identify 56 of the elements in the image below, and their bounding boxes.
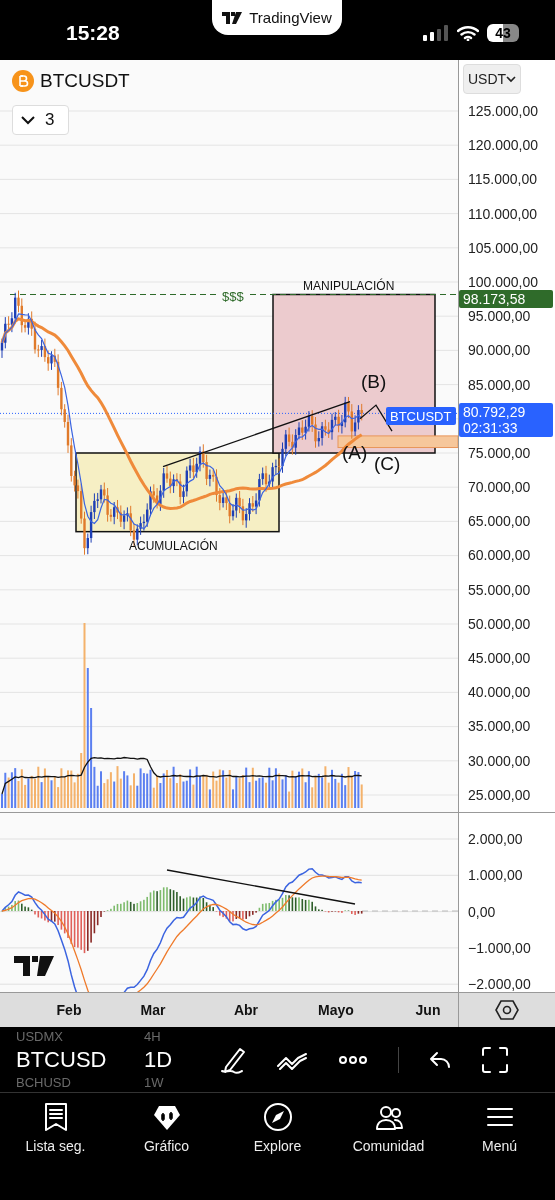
nav-tab[interactable]: Gráfico [114,1101,219,1155]
axis-label: 50.000,00 [468,615,532,632]
axis-label: Abr [233,1002,259,1018]
nav-tab[interactable]: Lista seg. [3,1101,108,1155]
zone-label: MANIPULACIÓN [303,280,395,292]
axis-label: 35.000,00 [468,718,532,735]
interval-option[interactable]: 4H [144,1029,161,1044]
axis-label: 30.000,00 [468,752,532,769]
symbol-option[interactable]: BCHUSD [16,1075,126,1090]
wave-label: (C) [374,454,401,473]
nav-tab[interactable]: Comunidad [336,1101,441,1155]
axis-label: 2.000,00 [468,830,524,849]
axis-label: 110.000,00 [468,205,539,222]
wave-label: (B) [361,372,387,391]
nav-tab[interactable]: Explore [225,1101,330,1155]
axis-label: −2.000,00 [468,975,532,995]
axis-label: Mayo [318,1002,354,1018]
axis-label: −1.000,00 [468,938,532,958]
axis-label: Feb [56,1002,82,1018]
alert-price-tag: 98.173,58 [459,290,553,309]
axis-label: 100.000,00 [468,273,540,290]
axis-label: 0,00 [468,902,497,922]
currency-dropdown[interactable]: USDT [463,64,522,94]
axis-label: 45.000,00 [468,650,532,666]
axis-label: 85.000,00 [468,376,532,393]
interval-option[interactable]: 1D [144,1046,173,1073]
axis-label: 70.000,00 [468,479,532,496]
axis-label: Mar [140,1002,166,1018]
countdown-timer: 02:31:33 [463,420,519,437]
axis-label: 25.000,00 [468,786,532,803]
app-name: TradingView [249,9,332,26]
axis-label: 1.000,00 [468,866,524,886]
liquidity-label: $$$ [220,290,246,303]
indicators-toggle[interactable]: 3 [12,105,69,135]
axis-label: 115.000,00 [468,171,539,188]
symbol-price-tag: BTCUSDT [386,407,456,425]
battery-level: 43 [487,24,519,42]
axis-label: 105.000,00 [468,239,540,256]
axis-label: 120.000,00 [468,137,540,154]
symbol-option[interactable]: BTCUSD [16,1046,126,1073]
axis-label: 65.000,00 [468,513,532,530]
symbol-name: BTCUSDT [40,70,130,92]
axis-label: 60.000,00 [468,547,532,564]
price-value: 80.792,29 [463,404,527,421]
axis-label: 95.000,00 [468,308,532,325]
axis-label: 90.000,00 [468,342,532,359]
axis-label: 40.000,00 [468,684,532,701]
axis-label: Jun [415,1002,441,1018]
nav-tab[interactable]: Menú [447,1101,552,1155]
zone-label: ACUMULACIÓN [129,540,218,552]
axis-label: 125.000,00 [468,103,540,119]
axis-label: 55.000,00 [468,581,532,598]
axis-label: 75.000,00 [468,444,532,461]
symbol-option[interactable]: USDMX [16,1029,126,1044]
interval-option[interactable]: 1W [144,1075,164,1090]
clock-time: 15:28 [66,21,120,45]
